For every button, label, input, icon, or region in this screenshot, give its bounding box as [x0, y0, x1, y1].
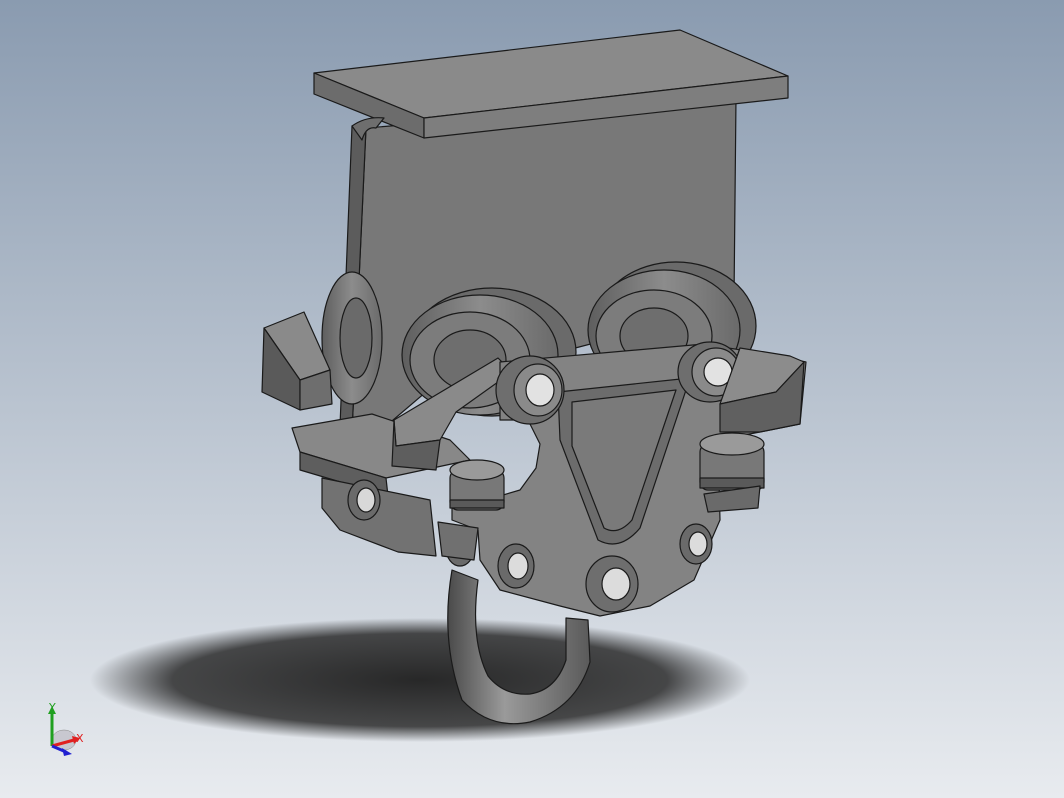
roller-left[interactable] — [449, 459, 505, 511]
plate-hole-center — [585, 555, 639, 613]
ground-shadow — [90, 618, 750, 742]
roller-right-top — [699, 432, 765, 456]
roller-left-top — [449, 459, 505, 481]
base-bolt-hole-inner — [356, 487, 376, 513]
triad-y-label: Y — [48, 701, 56, 714]
pivot-boss-left — [495, 355, 565, 425]
shackle-neck — [437, 521, 479, 561]
triad-x-label: X — [76, 732, 84, 745]
roller-left-band — [449, 499, 505, 509]
plate-hole-left — [497, 543, 535, 589]
graphics-viewport[interactable]: Y X — [0, 0, 1064, 798]
plate-hole-right — [679, 523, 713, 565]
wheel-left-hub — [339, 297, 373, 379]
3d-model-scene[interactable]: Y X — [0, 0, 1064, 798]
roller-right[interactable] — [699, 432, 765, 513]
